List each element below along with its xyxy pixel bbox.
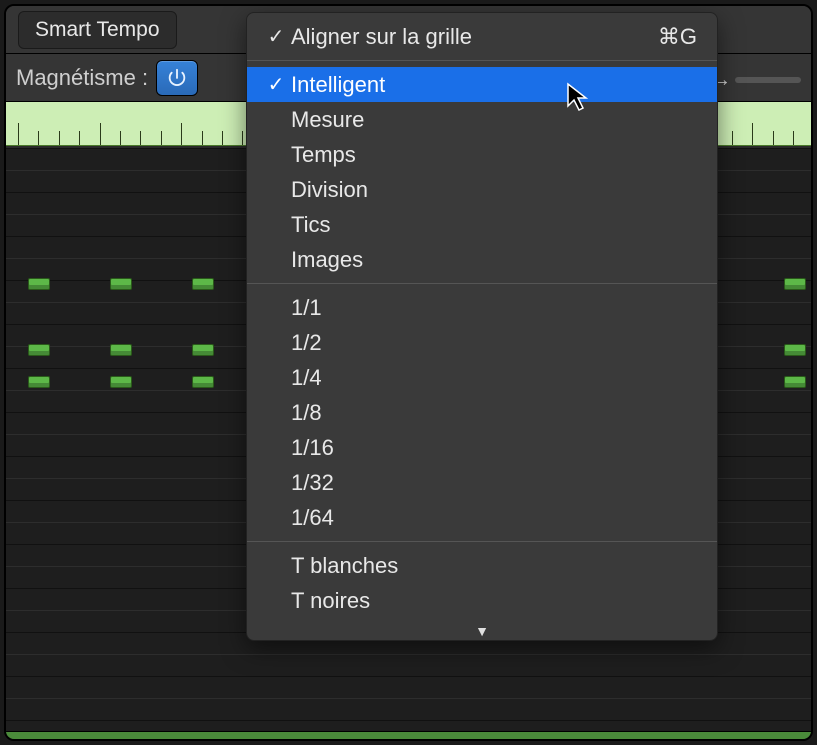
midi-note[interactable] (110, 344, 132, 356)
menu-overflow-indicator[interactable]: ▼ (247, 624, 717, 638)
snap-power-button[interactable] (156, 60, 198, 96)
midi-note[interactable] (28, 376, 50, 388)
menu-item-label: 1/8 (291, 400, 703, 426)
midi-note[interactable] (784, 376, 806, 388)
menu-item-label: 1/32 (291, 470, 703, 496)
midi-note[interactable] (192, 344, 214, 356)
midi-note[interactable] (110, 376, 132, 388)
midi-note[interactable] (28, 344, 50, 356)
ruler-tick (18, 123, 19, 145)
check-icon: ✓ (261, 27, 291, 47)
grid-line (6, 654, 811, 655)
menu-item-images[interactable]: Images (247, 242, 717, 277)
midi-note[interactable] (28, 278, 50, 290)
menu-item-1-64[interactable]: 1/64 (247, 500, 717, 535)
midi-note[interactable] (192, 278, 214, 290)
check-icon: ✓ (261, 75, 291, 95)
ruler-tick (181, 123, 182, 145)
ruler-tick (773, 131, 774, 145)
zoom-slider[interactable] (735, 77, 801, 83)
ruler-tick (202, 131, 203, 145)
menu-item-label: 1/1 (291, 295, 703, 321)
menu-item-intelligent[interactable]: ✓Intelligent (247, 67, 717, 102)
menu-item-label: Mesure (291, 107, 703, 133)
piano-roll-bottom-bar (6, 731, 811, 739)
magnetism-label: Magnétisme : (16, 65, 148, 91)
menu-item-t-blanches[interactable]: T blanches (247, 548, 717, 583)
menu-item-1-2[interactable]: 1/2 (247, 325, 717, 360)
menu-item-1-8[interactable]: 1/8 (247, 395, 717, 430)
ruler-tick (59, 131, 60, 145)
menu-item-label: 1/4 (291, 365, 703, 391)
ruler-tick (100, 123, 101, 145)
midi-note[interactable] (784, 344, 806, 356)
menu-item-temps[interactable]: Temps (247, 137, 717, 172)
menu-item-label: 1/2 (291, 330, 703, 356)
zoom-widget: → (711, 62, 801, 98)
ruler-tick (140, 131, 141, 145)
menu-separator (247, 283, 717, 284)
menu-item-label: T noires (291, 588, 703, 614)
midi-note[interactable] (192, 376, 214, 388)
ruler-tick (222, 131, 223, 145)
menu-item-1-4[interactable]: 1/4 (247, 360, 717, 395)
menu-item-1-32[interactable]: 1/32 (247, 465, 717, 500)
power-icon (166, 67, 188, 89)
menu-item-label: Division (291, 177, 703, 203)
ruler-tick (120, 131, 121, 145)
menu-item-division[interactable]: Division (247, 172, 717, 207)
menu-item-t-noires[interactable]: T noires (247, 583, 717, 618)
menu-separator (247, 60, 717, 61)
snap-mode-menu: ✓ Aligner sur la grille ⌘G ✓IntelligentM… (246, 12, 718, 641)
menu-item-label: 1/64 (291, 505, 703, 531)
menu-shortcut: ⌘G (658, 24, 697, 50)
ruler-tick (161, 131, 162, 145)
grid-line (6, 676, 811, 677)
ruler-tick (38, 131, 39, 145)
menu-item-label: T blanches (291, 553, 703, 579)
menu-item-label: Images (291, 247, 703, 273)
ruler-tick (793, 131, 794, 145)
menu-item-label: Aligner sur la grille (291, 24, 658, 50)
menu-item-snap-to-grid[interactable]: ✓ Aligner sur la grille ⌘G (247, 19, 717, 54)
menu-item-tics[interactable]: Tics (247, 207, 717, 242)
ruler-tick (79, 131, 80, 145)
midi-note[interactable] (784, 278, 806, 290)
midi-note[interactable] (110, 278, 132, 290)
smart-tempo-label: Smart Tempo (35, 18, 160, 41)
app-window: Smart Tempo Magnétisme : → ✓ Aligner sur… (4, 4, 813, 741)
menu-item-label: Intelligent (291, 72, 703, 98)
smart-tempo-button[interactable]: Smart Tempo (18, 11, 177, 49)
grid-line (6, 720, 811, 721)
menu-item-label: Tics (291, 212, 703, 238)
grid-line (6, 698, 811, 699)
menu-item-1-1[interactable]: 1/1 (247, 290, 717, 325)
menu-item-1-16[interactable]: 1/16 (247, 430, 717, 465)
ruler-tick (732, 131, 733, 145)
menu-item-mesure[interactable]: Mesure (247, 102, 717, 137)
ruler-tick (752, 123, 753, 145)
menu-separator (247, 541, 717, 542)
ruler-tick (242, 131, 243, 145)
menu-item-label: 1/16 (291, 435, 703, 461)
menu-item-label: Temps (291, 142, 703, 168)
